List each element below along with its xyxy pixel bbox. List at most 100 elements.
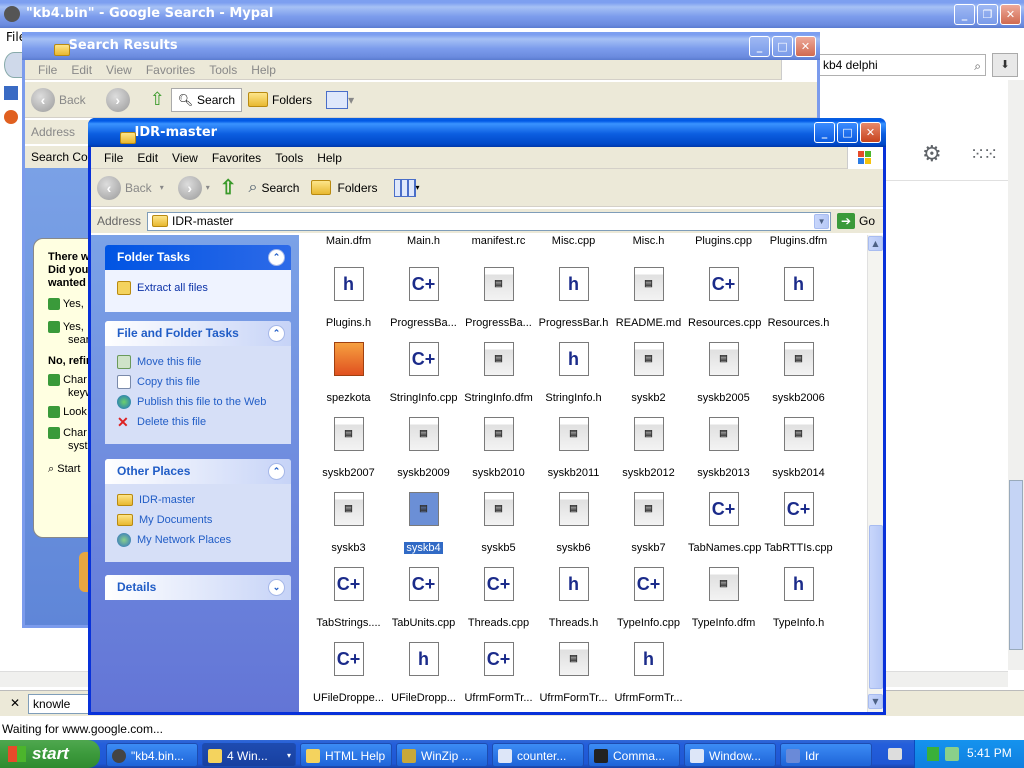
file-item[interactable]: h StringInfo.h (536, 342, 611, 407)
file-item[interactable]: Misc.h (611, 235, 686, 250)
file-item[interactable]: ▤ syskb2012 (611, 417, 686, 482)
sr-close-button[interactable]: ✕ (795, 36, 816, 57)
sr-views-button[interactable]: ▾ (326, 90, 354, 109)
sr-minimize-button[interactable]: _ (749, 36, 770, 57)
sr-menu-favorites[interactable]: Favorites (139, 63, 202, 77)
menu-file[interactable]: File (97, 151, 130, 165)
forward-button[interactable]: › ▾ (177, 175, 210, 200)
folder-tasks-header[interactable]: Folder Tasks ⌃ (105, 245, 291, 270)
file-item[interactable]: ▤ syskb2010 (461, 417, 536, 482)
address-input[interactable]: IDR-master ▼ (147, 211, 832, 231)
file-item[interactable]: h UFileDropp... (386, 642, 461, 707)
go-button[interactable]: ➔ Go (837, 213, 875, 229)
explorer-minimize-button[interactable]: _ (814, 122, 835, 143)
search-button[interactable]: ⌕ Search (248, 179, 299, 197)
expand-icon[interactable]: ⌄ (268, 579, 285, 596)
menu-favorites[interactable]: Favorites (205, 151, 268, 165)
apps-grid-icon[interactable]: ⁙⁙ (970, 144, 998, 165)
sr-forward-button[interactable]: › (105, 87, 134, 112)
restore-button[interactable]: ❐ (977, 4, 998, 25)
place-idr-master-link[interactable]: IDR-master (117, 490, 279, 510)
file-item[interactable]: ▤ syskb2009 (386, 417, 461, 482)
menu-help[interactable]: Help (310, 151, 349, 165)
file-item[interactable]: Misc.cpp (536, 235, 611, 250)
sr-search-button[interactable]: 🔍︎ Search (170, 87, 243, 112)
file-item-selected[interactable]: ▤ syskb4 (386, 492, 461, 557)
taskbar-item-winzip[interactable]: WinZip ... (396, 743, 488, 767)
file-item[interactable]: C+ TabUnits.cpp (386, 567, 461, 632)
taskbar-item-window[interactable]: Window... (684, 743, 776, 767)
browser-scroll-thumb[interactable] (1009, 480, 1023, 650)
file-item[interactable]: ▤ ProgressBa... (461, 267, 536, 332)
sidebar-icon-2[interactable] (4, 110, 18, 124)
explorer-close-button[interactable]: ✕ (860, 122, 881, 143)
sr-menu-tools[interactable]: Tools (202, 63, 244, 77)
file-item[interactable]: h Threads.h (536, 567, 611, 632)
file-item[interactable]: C+ TabNames.cpp (686, 492, 761, 557)
sr-back-button[interactable]: ‹ Back (31, 87, 86, 112)
download-icon[interactable]: ⬇ (992, 53, 1018, 77)
place-my-documents-link[interactable]: My Documents (117, 510, 279, 530)
file-item[interactable]: C+ Resources.cpp (686, 267, 761, 332)
sr-menu-edit[interactable]: Edit (64, 63, 99, 77)
sr-menu-view[interactable]: View (99, 63, 139, 77)
file-item[interactable]: ▤ syskb2014 (761, 417, 836, 482)
sr-menu-help[interactable]: Help (244, 63, 283, 77)
scroll-thumb[interactable] (869, 525, 883, 689)
file-item[interactable]: Plugins.cpp (686, 235, 761, 250)
taskbar-item-mypal[interactable]: "kb4.bin... (106, 743, 198, 767)
collapse-icon[interactable]: ⌃ (268, 463, 285, 480)
menu-tools[interactable]: Tools (268, 151, 310, 165)
search-results-titlebar[interactable]: Search Results _ □ ✕ (22, 32, 820, 60)
file-item[interactable]: C+ Threads.cpp (461, 567, 536, 632)
folders-button[interactable]: Folders (311, 180, 378, 195)
views-button[interactable]: ▾ (393, 178, 420, 197)
sidebar-icon[interactable] (4, 86, 18, 100)
file-item[interactable]: ▤ syskb6 (536, 492, 611, 557)
copy-file-link[interactable]: Copy this file (117, 372, 279, 392)
file-item[interactable]: h ProgressBar.h (536, 267, 611, 332)
file-item[interactable]: ▤ StringInfo.dfm (461, 342, 536, 407)
search-input[interactable]: kb4 delphi ⌕ (818, 54, 986, 76)
taskbar-item-idr[interactable]: Idr (780, 743, 872, 767)
start-button[interactable]: start (0, 740, 100, 768)
collapse-icon[interactable]: ⌃ (268, 325, 285, 342)
explorer-titlebar[interactable]: IDR-master _ □ ✕ (88, 118, 886, 147)
browser-scrollbar[interactable] (1008, 80, 1024, 670)
file-item[interactable]: spezkota (311, 342, 386, 407)
details-header[interactable]: Details ⌄ (105, 575, 291, 600)
move-file-link[interactable]: Move this file (117, 352, 279, 372)
file-item[interactable]: h TypeInfo.h (761, 567, 836, 632)
menu-edit[interactable]: Edit (130, 151, 165, 165)
file-item[interactable]: h UfrmFormTr... (611, 642, 686, 707)
up-folder-button[interactable]: ⇧ (220, 175, 237, 200)
file-item[interactable]: manifest.rc (461, 235, 536, 250)
file-item[interactable]: C+ StringInfo.cpp (386, 342, 461, 407)
other-places-header[interactable]: Other Places ⌃ (105, 459, 291, 484)
address-dropdown-button[interactable]: ▼ (814, 213, 830, 229)
place-network-link[interactable]: My Network Places (117, 530, 279, 550)
file-item[interactable]: ▤ syskb2013 (686, 417, 761, 482)
browser-back-icon[interactable] (4, 52, 24, 78)
taskbar-item-counter[interactable]: counter... (492, 743, 584, 767)
gear-icon[interactable]: ⚙ (922, 142, 942, 167)
file-item[interactable]: ▤ README.md (611, 267, 686, 332)
file-item[interactable]: C+ TypeInfo.cpp (611, 567, 686, 632)
minimize-button[interactable]: _ (954, 4, 975, 25)
file-item[interactable]: ▤ syskb2005 (686, 342, 761, 407)
delete-file-link[interactable]: ✕ Delete this file (117, 412, 279, 432)
file-item[interactable]: ▤ syskb2 (611, 342, 686, 407)
file-item[interactable]: ▤ syskb7 (611, 492, 686, 557)
taskbar-item-windows-group[interactable]: 4 Win... ▾ (202, 743, 296, 767)
extract-all-link[interactable]: Extract all files (117, 278, 279, 298)
clock[interactable]: 5:41 PM (967, 746, 1012, 760)
browser-titlebar[interactable]: "kb4.bin" - Google Search - Mypal _ ❐ ✕ (0, 0, 1024, 28)
find-close-icon[interactable]: ✕ (10, 696, 20, 710)
keyboard-icon[interactable] (888, 748, 902, 760)
file-item[interactable]: h Plugins.h (311, 267, 386, 332)
file-item[interactable]: C+ UFileDroppe... (311, 642, 386, 707)
scroll-up-button[interactable]: ▲ (868, 236, 883, 251)
tray-network-icon[interactable] (945, 747, 959, 761)
file-folder-tasks-header[interactable]: File and Folder Tasks ⌃ (105, 321, 291, 346)
file-item[interactable]: C+ TabRTTIs.cpp (761, 492, 836, 557)
